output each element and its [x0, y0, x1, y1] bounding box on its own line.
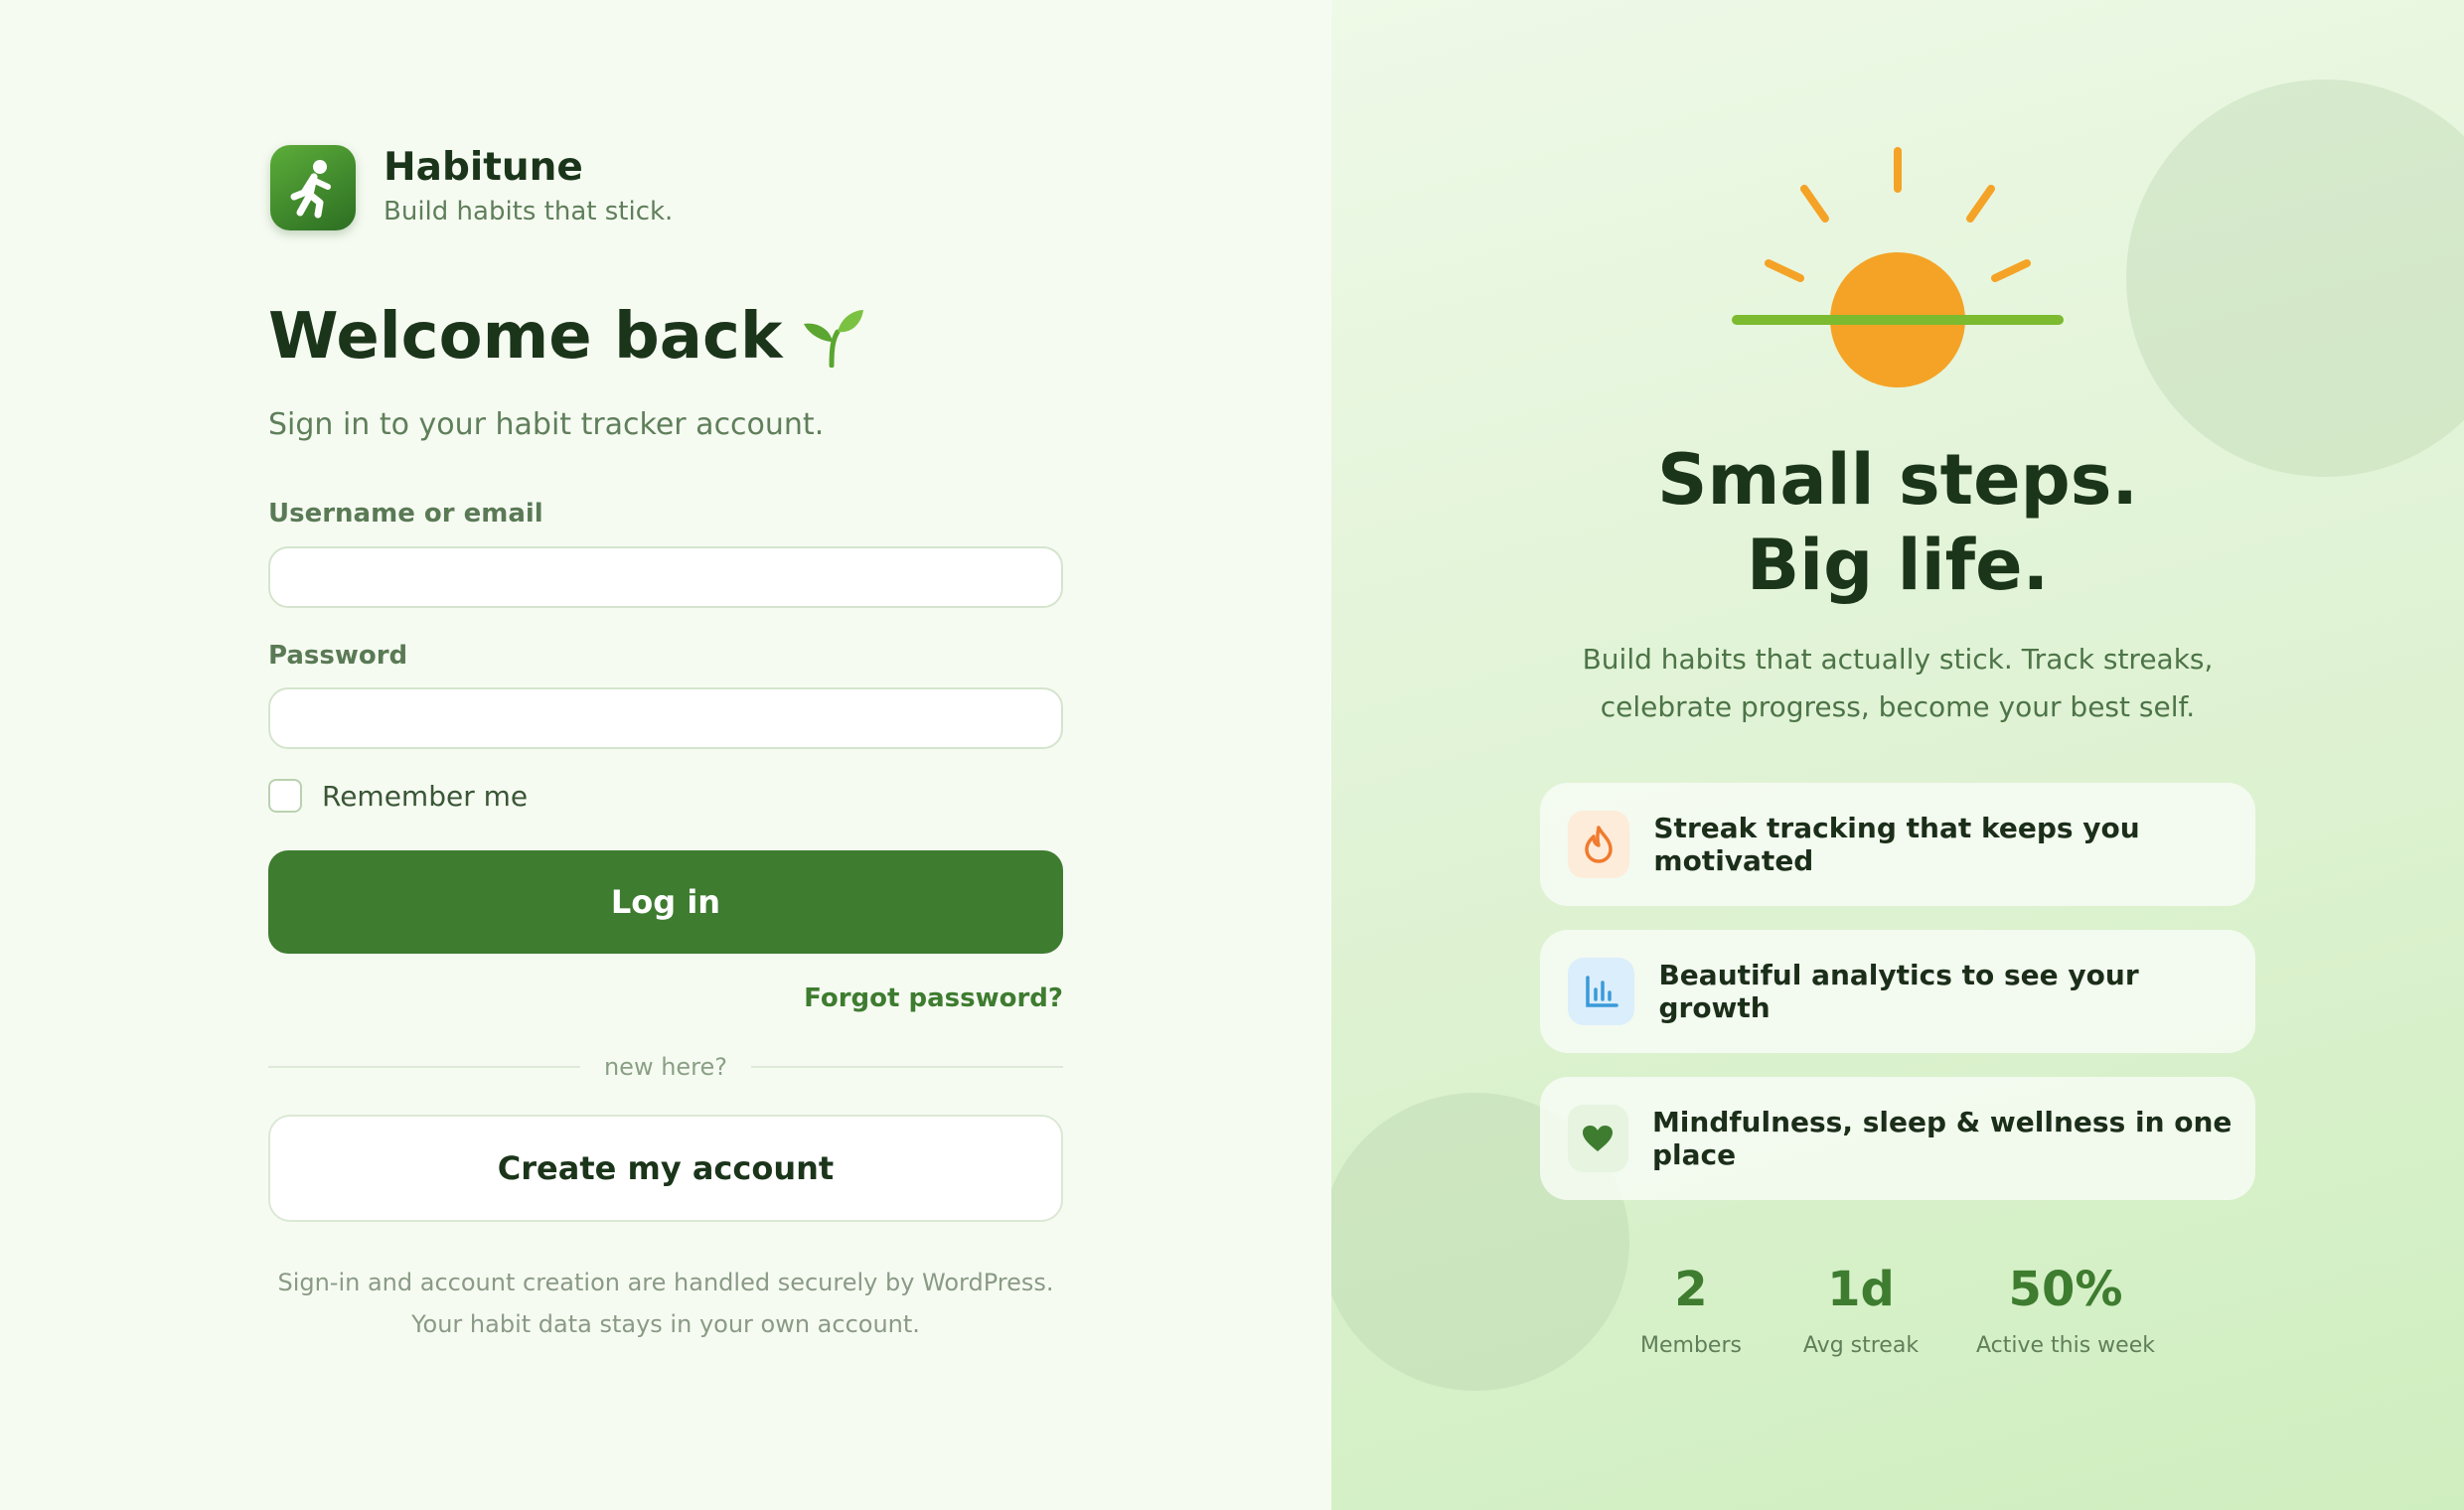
- stat-active-week: 50% Active this week: [1956, 1260, 2175, 1358]
- sprout-icon: [804, 310, 864, 368]
- login-button[interactable]: Log in: [268, 850, 1063, 954]
- feature-label: Streak tracking that keeps you motivated: [1653, 812, 2140, 877]
- feature-card-streaks: Streak tracking that keeps you motivated: [1540, 783, 2255, 906]
- remember-me[interactable]: Remember me: [268, 779, 528, 813]
- divider: new here?: [268, 1053, 1063, 1081]
- password-label: Password: [268, 641, 408, 671]
- heart-icon: [1568, 1105, 1628, 1172]
- brand-tagline: Build habits that stick.: [384, 197, 674, 226]
- stat-label: Active this week: [1976, 1333, 2155, 1358]
- remember-label: Remember me: [322, 779, 529, 813]
- security-footnote: Sign-in and account creation are handled…: [277, 1269, 1054, 1338]
- brand-name: Habitune: [384, 145, 583, 190]
- page-title: Welcome back: [268, 300, 865, 374]
- bar-chart-icon: [1568, 958, 1635, 1025]
- runner-icon: [290, 160, 331, 219]
- app-logo: [270, 145, 356, 230]
- decorative-circle: [2126, 79, 2464, 477]
- feature-card-analytics: Beautiful analytics to see your growth: [1540, 930, 2255, 1053]
- headline-line: Small steps.: [1657, 439, 2138, 521]
- promo-panel: Small steps. Big life. Build habits that…: [1331, 0, 2464, 1510]
- divider-line: [268, 1066, 580, 1068]
- welcome-heading: Welcome back: [268, 300, 783, 374]
- headline-line: Big life.: [1746, 525, 2050, 606]
- sunrise-icon: [1732, 147, 2064, 387]
- stat-value: 50%: [2008, 1262, 2123, 1317]
- forgot-password-link[interactable]: Forgot password?: [755, 983, 1063, 1013]
- flame-icon: [1568, 811, 1630, 878]
- stat-label: Avg streak: [1802, 1333, 1920, 1358]
- username-input[interactable]: [268, 546, 1063, 608]
- stat-avg-streak: 1d Avg streak: [1752, 1260, 1970, 1358]
- subtext-line: celebrate progress, become your best sel…: [1600, 690, 2196, 723]
- divider-line: [751, 1066, 1063, 1068]
- feature-label: Beautiful analytics to see your growth: [1658, 959, 2139, 1024]
- divider-text: new here?: [603, 1053, 728, 1081]
- create-account-button[interactable]: Create my account: [268, 1115, 1063, 1222]
- remember-checkbox[interactable]: [268, 779, 302, 813]
- stat-value: 1d: [1827, 1262, 1895, 1317]
- login-panel: Habitune Build habits that stick. Welcom…: [0, 0, 1331, 1510]
- feature-card-wellness: Mindfulness, sleep & wellness in one pla…: [1540, 1077, 2255, 1200]
- promo-headline: Small steps. Big life.: [1331, 437, 2464, 608]
- promo-subtext: Build habits that actually stick. Track …: [1331, 636, 2464, 731]
- brand: Habitune Build habits that stick.: [270, 145, 673, 230]
- password-input[interactable]: [268, 687, 1063, 749]
- username-label: Username or email: [268, 499, 543, 528]
- subtext-line: Build habits that actually stick. Track …: [1582, 643, 2214, 676]
- feature-label: Mindfulness, sleep & wellness in one pla…: [1651, 1106, 2233, 1171]
- login-subtitle: Sign in to your habit tracker account.: [268, 407, 825, 442]
